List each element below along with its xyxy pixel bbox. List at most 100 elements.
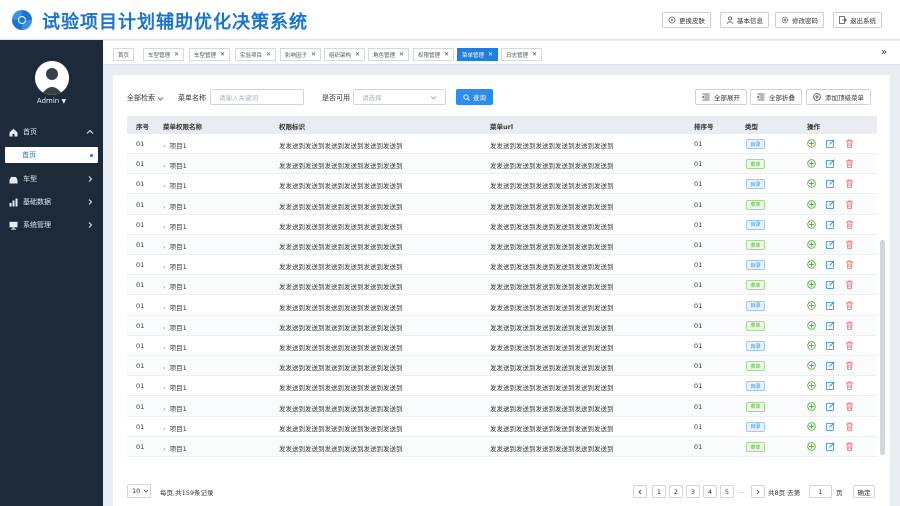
all-search-dropdown[interactable]: 全部检索 (127, 93, 164, 103)
page-button[interactable]: 5 (720, 485, 734, 498)
edit-icon[interactable] (826, 321, 835, 330)
vertical-scrollbar[interactable] (880, 240, 885, 455)
expand-caret-icon[interactable]: › (163, 182, 166, 190)
expand-caret-icon[interactable]: › (163, 243, 166, 251)
sidebar-item-car[interactable]: 车型 (0, 169, 103, 189)
close-icon[interactable]: ✕ (220, 51, 225, 58)
edit-icon[interactable] (826, 240, 835, 249)
expand-all-button[interactable]: 全部展开 (695, 89, 747, 105)
available-select[interactable]: 请选择 (353, 89, 446, 105)
edit-icon[interactable] (826, 199, 835, 209)
add-icon[interactable] (807, 442, 816, 451)
add-icon[interactable] (807, 260, 816, 269)
add-top-menu-button[interactable]: 添加顶级菜单 (806, 89, 871, 105)
table-row[interactable]: 01 › 项目1 发发送到发送到发送到发送到发送到发送到 发发送到发送到发送到发送到发送… (127, 396, 877, 417)
page-button[interactable]: 4 (703, 485, 717, 498)
tab-role-management[interactable]: 角色管理 ✕ (368, 48, 410, 61)
change-skin-button[interactable]: 更换皮肤 (662, 12, 711, 28)
edit-icon[interactable] (826, 381, 835, 391)
delete-icon[interactable] (845, 280, 854, 290)
expand-caret-icon[interactable]: › (163, 405, 166, 413)
table-row[interactable]: 01 › 项目1 发发送到发送到发送到发送到发送到发送到 发发送到发送到发送到发送到发送… (127, 275, 877, 296)
delete-icon[interactable] (845, 361, 854, 370)
tab-car-management-2[interactable]: 车型管理 ✕ (189, 48, 231, 61)
edit-icon[interactable] (826, 341, 835, 350)
delete-icon[interactable] (845, 240, 854, 249)
edit-icon[interactable] (826, 401, 835, 411)
table-row[interactable]: 01 › 项目1 发发送到发送到发送到发送到发送到发送到 发发送到发送到发送到发送到发送… (127, 194, 877, 215)
avatar[interactable] (35, 61, 69, 95)
table-row[interactable]: 01 › 项目1 发发送到发送到发送到发送到发送到发送到 发发送到发送到发送到发送到发送… (127, 255, 877, 276)
prev-page-button[interactable] (633, 485, 647, 498)
tab-impact-factor[interactable]: 影响因子 ✕ (280, 48, 322, 61)
delete-icon[interactable] (845, 260, 854, 269)
add-icon[interactable] (807, 422, 816, 431)
add-icon[interactable] (807, 300, 816, 310)
sidebar-subitem-home[interactable]: 首页 (5, 147, 98, 163)
add-icon[interactable] (807, 139, 816, 148)
delete-icon[interactable] (845, 301, 854, 310)
add-icon[interactable] (807, 240, 816, 249)
goto-page-input[interactable]: 1 (809, 485, 832, 498)
change-password-button[interactable]: 修改密码 (775, 12, 824, 28)
expand-caret-icon[interactable]: › (163, 304, 166, 312)
delete-icon[interactable] (845, 442, 854, 451)
sidebar-item-system[interactable]: 系统管理 (0, 215, 103, 235)
delete-icon[interactable] (845, 321, 854, 330)
basic-info-button[interactable]: 基本信息 (720, 12, 769, 28)
edit-icon[interactable] (826, 179, 835, 189)
expand-caret-icon[interactable]: › (163, 384, 166, 392)
sidebar-item-home[interactable]: 首页 (0, 122, 103, 142)
expand-caret-icon[interactable]: › (163, 283, 166, 291)
add-icon[interactable] (807, 179, 816, 189)
add-icon[interactable] (807, 361, 816, 370)
table-row[interactable]: 01 › 项目1 发发送到发送到发送到发送到发送到发送到 发发送到发送到发送到发送到发送… (127, 376, 877, 397)
close-icon[interactable]: ✕ (355, 51, 360, 58)
delete-icon[interactable] (845, 200, 854, 209)
close-icon[interactable]: ✕ (174, 51, 179, 58)
logout-button[interactable]: 退出系统 (833, 12, 882, 28)
edit-icon[interactable] (826, 361, 835, 370)
table-row[interactable]: 01 › 项目1 发发送到发送到发送到发送到发送到发送到 发发送到发送到发送到发送到发送… (127, 417, 877, 437)
table-row[interactable]: 01 › 项目1 发发送到发送到发送到发送到发送到发送到 发发送到发送到发送到发送到发送… (127, 315, 877, 336)
table-row[interactable]: 01 › 项目1 发发送到发送到发送到发送到发送到发送到 发发送到发送到发送到发送到发送… (127, 336, 877, 356)
table-row[interactable]: 01 › 项目1 发发送到发送到发送到发送到发送到发送到 发发送到发送到发送到发送到发送… (127, 437, 877, 457)
add-icon[interactable] (807, 321, 816, 330)
table-row[interactable]: 01 › 项目1 发发送到发送到发送到发送到发送到发送到 发发送到发送到发送到发送到发送… (127, 154, 877, 175)
table-row[interactable]: 01 › 项目1 发发送到发送到发送到发送到发送到发送到 发发送到发送到发送到发送到发送… (127, 296, 877, 316)
add-icon[interactable] (807, 401, 816, 411)
expand-caret-icon[interactable]: › (163, 162, 166, 170)
close-icon[interactable]: ✕ (311, 51, 316, 58)
edit-icon[interactable] (826, 300, 835, 310)
edit-icon[interactable] (826, 139, 835, 148)
close-icon[interactable]: ✕ (532, 51, 537, 58)
user-menu[interactable]: Admin ▼ (0, 97, 103, 105)
delete-icon[interactable] (845, 341, 854, 350)
delete-icon[interactable] (845, 422, 854, 431)
tab-log-management[interactable]: 日志管理 ✕ (501, 48, 543, 61)
expand-caret-icon[interactable]: › (163, 142, 166, 150)
add-icon[interactable] (807, 280, 816, 290)
expand-caret-icon[interactable]: › (163, 445, 166, 453)
confirm-goto-button[interactable]: 确定 (853, 485, 875, 498)
close-icon[interactable]: ✕ (399, 51, 404, 58)
add-icon[interactable] (807, 341, 816, 350)
add-icon[interactable] (807, 199, 816, 209)
page-button[interactable]: 1 (652, 485, 666, 498)
add-icon[interactable] (807, 381, 816, 391)
expand-caret-icon[interactable]: › (163, 425, 166, 433)
delete-icon[interactable] (845, 179, 854, 189)
close-icon[interactable]: ✕ (444, 51, 449, 58)
delete-icon[interactable] (845, 139, 854, 148)
edit-icon[interactable] (826, 442, 835, 451)
edit-icon[interactable] (826, 280, 835, 290)
expand-caret-icon[interactable]: › (163, 344, 166, 352)
tab-org-structure[interactable]: 组织架构 ✕ (324, 48, 366, 61)
tab-experiment-project[interactable]: 实验项目 ✕ (235, 48, 277, 61)
delete-icon[interactable] (845, 220, 854, 229)
expand-caret-icon[interactable]: › (163, 364, 166, 372)
tab-home[interactable]: 首页 (113, 48, 135, 61)
tab-car-management[interactable]: 车型管理 ✕ (143, 48, 185, 61)
delete-icon[interactable] (845, 381, 854, 391)
table-row[interactable]: 01 › 项目1 发发送到发送到发送到发送到发送到发送到 发发送到发送到发送到发送到发送… (127, 134, 877, 154)
